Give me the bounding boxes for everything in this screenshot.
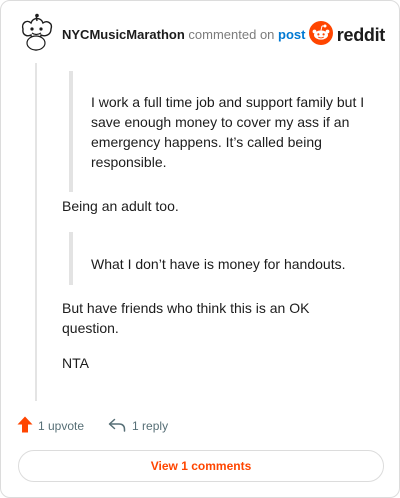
view-comments-button[interactable]: View 1 comments <box>18 450 384 482</box>
snoo-avatar-icon[interactable] <box>17 13 55 61</box>
username[interactable]: NYCMusicMarathon <box>62 27 185 42</box>
byline: NYCMusicMarathon commented on post <box>62 27 306 42</box>
thread-line[interactable] <box>35 63 37 401</box>
reddit-wordmark: reddit <box>336 25 386 45</box>
comment-actions: 1 upvote 1 reply <box>17 415 168 437</box>
upvote-arrow-icon <box>17 416 33 436</box>
quote-text: I work a full time job and support famil… <box>91 94 365 170</box>
comment-paragraph: NTA <box>62 355 89 371</box>
reddit-snoo-icon <box>308 21 333 50</box>
reply-button[interactable]: 1 reply <box>108 418 168 435</box>
action-text: commented on <box>188 27 275 42</box>
comment-card: NYCMusicMarathon commented on post reddi… <box>0 0 400 498</box>
reddit-logo[interactable]: reddit <box>308 21 386 50</box>
upvote-count: 1 upvote <box>38 419 85 433</box>
comment-header: NYCMusicMarathon commented on post reddi… <box>1 1 399 65</box>
blockquote: I work a full time job and support famil… <box>69 71 369 192</box>
comment-paragraph: Being an adult too. <box>62 198 179 214</box>
upvote-button[interactable]: 1 upvote <box>17 416 84 436</box>
comment-paragraph: But have friends who think this is an OK… <box>62 300 310 336</box>
blockquote: What I don’t have is money for handouts. <box>69 232 369 285</box>
post-link[interactable]: post <box>278 27 305 42</box>
reply-arrow-icon <box>108 418 126 435</box>
quote-text: What I don’t have is money for handouts. <box>91 256 346 272</box>
reply-count: 1 reply <box>132 419 169 433</box>
